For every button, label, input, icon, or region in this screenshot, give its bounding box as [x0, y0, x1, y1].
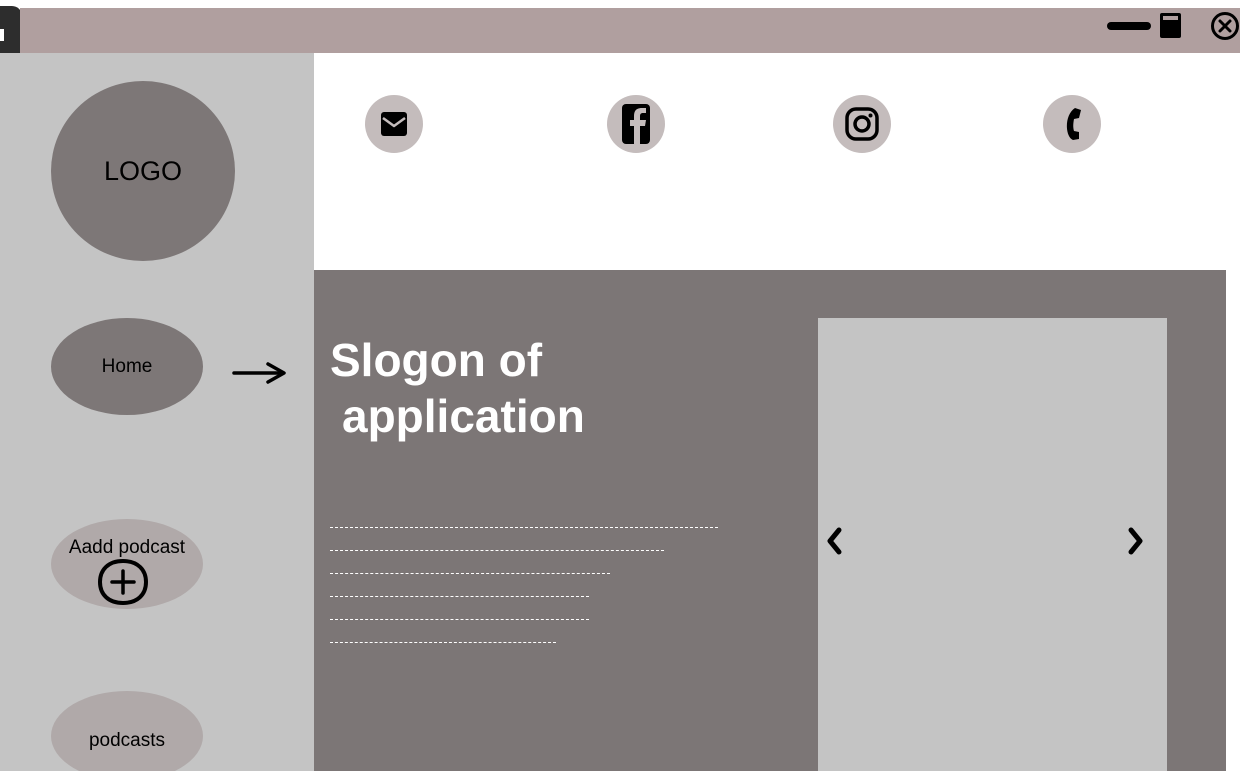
placeholder-line [330, 596, 589, 597]
minimize-icon [1107, 22, 1151, 30]
sidebar-item-home[interactable]: Home [51, 318, 203, 415]
arrow-right-icon [232, 362, 286, 384]
placeholder-line [330, 573, 610, 574]
facebook-button[interactable] [607, 95, 665, 153]
phone-button[interactable] [1043, 95, 1101, 153]
placeholder-line [330, 527, 718, 528]
carousel-prev-button[interactable] [824, 526, 846, 556]
maximize-button[interactable] [1160, 13, 1181, 38]
phone-icon [1066, 108, 1081, 140]
sidebar: LOGO Home Aadd podcast podcasts [0, 53, 314, 771]
instagram-icon [845, 107, 879, 141]
carousel-next-button[interactable] [1124, 526, 1146, 556]
slogan-line-1: Slogon of [330, 334, 543, 386]
close-button[interactable] [1210, 11, 1240, 41]
logo: LOGO [51, 81, 235, 261]
logo-text: LOGO [103, 155, 183, 186]
close-circle-icon [1211, 12, 1239, 40]
title-bar [20, 8, 1240, 53]
chevron-right-icon [1128, 527, 1143, 555]
slogan-heading: Slogon of application [330, 332, 730, 444]
email-icon [381, 112, 407, 136]
maximize-icon [1160, 13, 1181, 38]
instagram-button[interactable] [833, 95, 891, 153]
minimize-button[interactable] [1107, 21, 1151, 31]
email-button[interactable] [365, 95, 423, 153]
app-window: LOGO Home Aadd podcast podcasts Slogon o… [0, 0, 1255, 771]
image-carousel [818, 318, 1167, 771]
sidebar-item-label: podcasts [88, 730, 166, 751]
plus-circle-icon [97, 558, 149, 606]
placeholder-line [330, 642, 556, 643]
facebook-icon [622, 104, 650, 144]
sidebar-item-add-podcast[interactable]: Aadd podcast [51, 519, 203, 609]
placeholder-line [330, 550, 664, 551]
sidebar-item-label: Home [101, 355, 153, 377]
chevron-left-icon [827, 527, 842, 555]
hero-section: Slogon of application [314, 270, 1226, 771]
sidebar-item-podcasts[interactable]: podcasts [51, 691, 203, 771]
placeholder-line [330, 619, 589, 620]
slogan-line-2: application [342, 390, 585, 442]
contact-strip [314, 53, 1226, 270]
sidebar-item-label: Aadd podcast [68, 537, 186, 558]
